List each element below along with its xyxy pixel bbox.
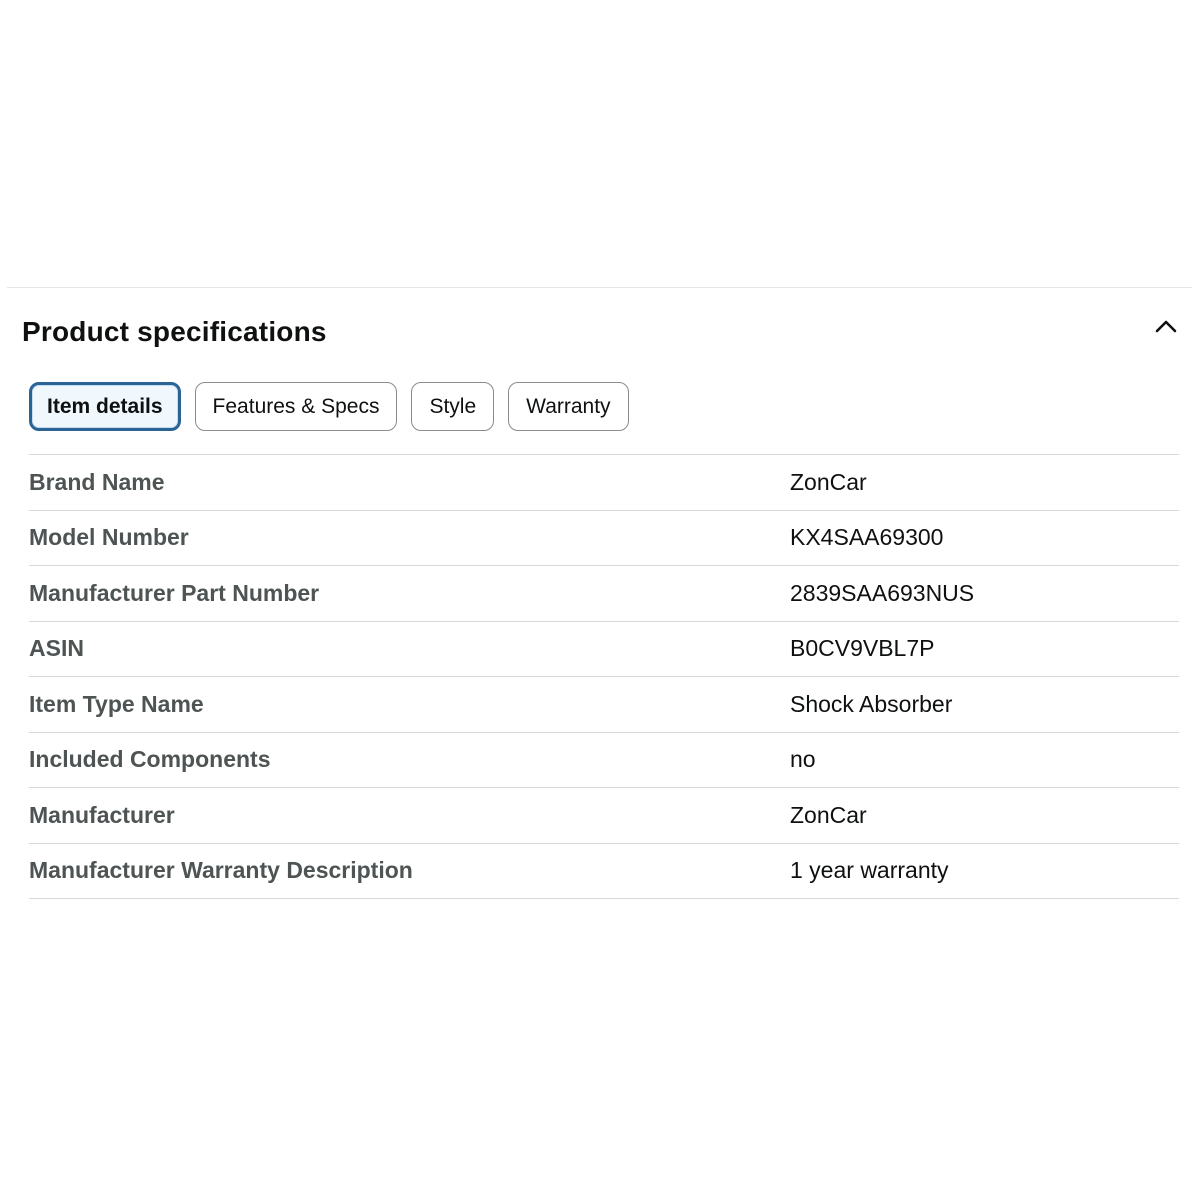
table-row: Item Type Name Shock Absorber (29, 677, 1179, 733)
spec-value-manufacturer-part-number: 2839SAA693NUS (790, 579, 975, 606)
product-specifications-page: Product specifications Item details Feat… (0, 0, 1200, 1200)
spec-label-brand-name: Brand Name (29, 468, 165, 495)
spec-value-included-components: no (790, 746, 816, 773)
spec-label-manufacturer-warranty-description: Manufacturer Warranty Description (29, 857, 413, 884)
spec-label-manufacturer-part-number: Manufacturer Part Number (29, 579, 320, 606)
table-row: Model Number KX4SAA69300 (29, 511, 1179, 566)
table-row: Brand Name ZonCar (29, 455, 1179, 511)
table-row: Included Components no (29, 733, 1179, 788)
spec-value-asin: B0CV9VBL7P (790, 635, 935, 662)
chevron-up-icon (1155, 320, 1177, 333)
spec-value-manufacturer-warranty-description: 1 year warranty (790, 857, 949, 884)
spec-value-item-type-name: Shock Absorber (790, 690, 953, 717)
spec-label-asin: ASIN (29, 635, 84, 662)
table-row: Manufacturer Part Number 2839SAA693NUS (29, 566, 1179, 622)
spec-value-model-number: KX4SAA69300 (790, 524, 944, 551)
spec-value-manufacturer: ZonCar (790, 801, 867, 828)
table-row: ASIN B0CV9VBL7P (29, 622, 1179, 677)
spec-label-manufacturer: Manufacturer (29, 801, 175, 828)
spec-label-item-type-name: Item Type Name (29, 690, 204, 717)
section-title: Product specifications (22, 316, 327, 347)
spec-value-brand-name: ZonCar (790, 468, 867, 495)
tab-warranty[interactable]: Warranty (508, 382, 629, 431)
tab-item-details[interactable]: Item details (29, 382, 181, 431)
tab-features-specs[interactable]: Features & Specs (194, 382, 398, 431)
spec-table: Brand Name ZonCar Model Number KX4SAA693… (29, 454, 1179, 899)
spec-label-included-components: Included Components (29, 746, 271, 773)
section-divider (7, 287, 1192, 288)
section-header: Product specifications (22, 300, 1182, 364)
table-row: Manufacturer Warranty Description 1 year… (29, 844, 1179, 899)
tab-style[interactable]: Style (411, 382, 495, 431)
collapse-toggle-button[interactable] (1146, 306, 1186, 346)
spec-tabs: Item details Features & Specs Style Warr… (29, 382, 629, 431)
spec-label-model-number: Model Number (29, 524, 189, 551)
table-row: Manufacturer ZonCar (29, 788, 1179, 844)
